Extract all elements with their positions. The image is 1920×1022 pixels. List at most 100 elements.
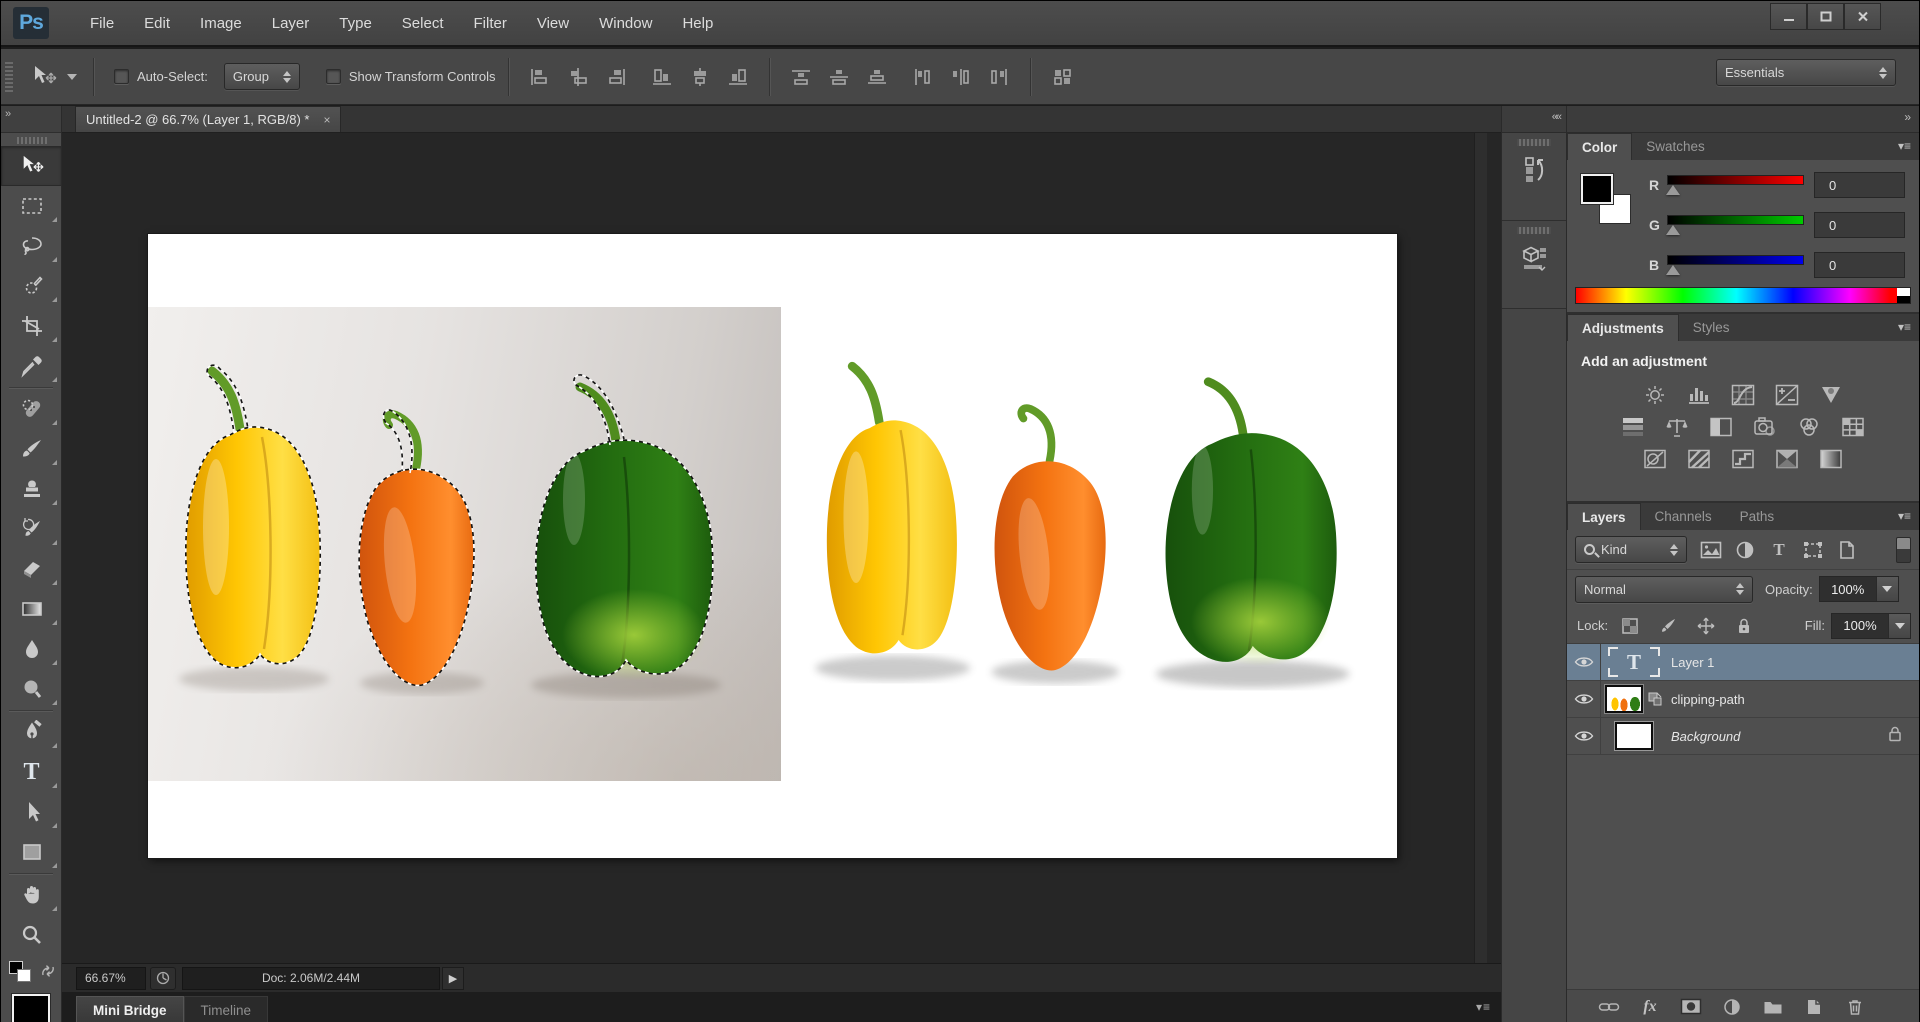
delete-layer-button[interactable] [1843, 995, 1867, 1019]
menu-select[interactable]: Select [387, 9, 459, 38]
visibility-toggle[interactable] [1567, 718, 1601, 754]
layer-row-background[interactable]: Background [1567, 718, 1919, 755]
align-bottom-edges-button[interactable] [599, 62, 633, 92]
gradient-map-button[interactable] [1816, 447, 1846, 471]
align-horizontal-centers-button[interactable] [683, 62, 717, 92]
red-value-field[interactable]: 0 [1814, 172, 1905, 198]
filter-shape-layers-button[interactable] [1799, 538, 1827, 562]
clone-stamp-tool[interactable] [1, 469, 62, 509]
vertical-scrollbar[interactable] [1474, 133, 1487, 963]
color-panel-menu-icon[interactable]: ▾≡ [1898, 139, 1911, 153]
layer-name[interactable]: Background [1671, 729, 1740, 744]
menu-view[interactable]: View [522, 9, 584, 38]
vibrance-button[interactable] [1816, 383, 1846, 407]
filter-smart-objects-button[interactable] [1833, 538, 1861, 562]
color-lookup-button[interactable] [1838, 415, 1868, 439]
maximize-button[interactable] [1807, 3, 1844, 30]
channel-mixer-button[interactable] [1794, 415, 1824, 439]
quick-selection-tool[interactable] [1, 266, 62, 306]
visibility-toggle[interactable] [1567, 681, 1601, 717]
spot-healing-brush-tool[interactable] [1, 389, 62, 429]
eraser-tool[interactable] [1, 549, 62, 589]
blue-slider-thumb[interactable] [1666, 265, 1680, 275]
type-tool[interactable]: T [1, 752, 62, 792]
add-layer-mask-button[interactable] [1679, 995, 1703, 1019]
distribute-top-edges-button[interactable] [784, 62, 818, 92]
status-options-arrow[interactable]: ▶ [442, 967, 464, 990]
lock-position-button[interactable] [1692, 614, 1720, 638]
marquee-tool[interactable] [1, 186, 62, 226]
options-grip[interactable] [5, 60, 13, 94]
swap-colors-icon[interactable] [39, 963, 57, 984]
menu-file[interactable]: File [75, 9, 129, 38]
new-layer-button[interactable] [1802, 995, 1826, 1019]
canvas-pasteboard[interactable] [62, 133, 1501, 963]
color-spectrum-ramp[interactable] [1575, 287, 1911, 304]
auto-align-layers-button[interactable] [1045, 62, 1079, 92]
rectangle-tool[interactable] [1, 832, 62, 872]
opacity-field[interactable]: 100% [1819, 576, 1899, 602]
history-brush-tool[interactable] [1, 509, 62, 549]
green-slider-thumb[interactable] [1666, 225, 1680, 235]
properties-panel-button[interactable] [1502, 221, 1566, 309]
layers-panel-menu-icon[interactable]: ▾≡ [1898, 509, 1911, 523]
tab-paths[interactable]: Paths [1726, 503, 1789, 530]
align-top-edges-button[interactable] [523, 62, 557, 92]
text-layer-thumbnail[interactable]: T [1608, 647, 1660, 677]
collapse-panels-icon[interactable]: » [1567, 106, 1919, 133]
default-colors-icon[interactable] [9, 961, 35, 985]
document-size-field[interactable]: Doc: 2.06M/2.44M [182, 967, 440, 990]
layer-filter-dropdown[interactable]: Kind [1575, 536, 1687, 563]
adjustments-panel-menu-icon[interactable]: ▾≡ [1898, 320, 1911, 334]
background-layer-thumbnail[interactable] [1615, 722, 1653, 750]
tools-collapse-icon[interactable]: » [1, 106, 61, 133]
photo-filter-button[interactable] [1750, 415, 1780, 439]
green-value-field[interactable]: 0 [1814, 212, 1905, 238]
hue-saturation-button[interactable] [1618, 415, 1648, 439]
link-layers-button[interactable] [1597, 995, 1621, 1019]
align-vertical-centers-button[interactable] [561, 62, 595, 92]
tab-mini-bridge[interactable]: Mini Bridge [76, 996, 184, 1022]
canvas[interactable] [148, 234, 1397, 858]
expand-panels-icon[interactable]: «« [1502, 106, 1566, 133]
foreground-background-swatches[interactable] [1581, 174, 1639, 230]
red-slider[interactable] [1667, 174, 1804, 196]
filter-type-layers-button[interactable]: T [1765, 538, 1793, 562]
layer-row-clipping-path[interactable]: clipping-path [1567, 681, 1919, 718]
auto-select-checkbox[interactable] [114, 69, 129, 84]
pen-tool[interactable] [1, 712, 62, 752]
tab-close-icon[interactable]: × [323, 113, 330, 127]
red-slider-thumb[interactable] [1666, 185, 1680, 195]
invert-button[interactable] [1640, 447, 1670, 471]
history-panel-button[interactable] [1502, 133, 1566, 221]
foreground-swatch[interactable] [1581, 174, 1613, 204]
fill-caret[interactable] [1888, 614, 1910, 638]
zoom-tool[interactable] [1, 915, 62, 955]
menu-image[interactable]: Image [185, 9, 257, 38]
move-tool[interactable] [1, 146, 62, 186]
selective-color-button[interactable] [1772, 447, 1802, 471]
tab-styles[interactable]: Styles [1679, 314, 1744, 341]
filter-adjustment-layers-button[interactable] [1731, 538, 1759, 562]
layer-row-layer-1[interactable]: T Layer 1 [1567, 644, 1919, 681]
hand-tool[interactable] [1, 875, 62, 915]
menu-window[interactable]: Window [584, 9, 667, 38]
blur-tool[interactable] [1, 629, 62, 669]
distribute-bottom-edges-button[interactable] [860, 62, 894, 92]
minimize-button[interactable] [1770, 3, 1807, 30]
distribute-vertical-centers-button[interactable] [822, 62, 856, 92]
black-swatch[interactable] [1897, 296, 1910, 304]
fill-field[interactable]: 100% [1831, 613, 1911, 639]
filtering-toggle[interactable] [1896, 537, 1911, 563]
live-preview-icon[interactable] [150, 967, 176, 990]
menu-layer[interactable]: Layer [257, 9, 325, 38]
eyedropper-tool[interactable] [1, 346, 62, 386]
new-adjustment-layer-button[interactable] [1720, 995, 1744, 1019]
foreground-color-swatch[interactable] [12, 994, 50, 1022]
tab-timeline[interactable]: Timeline [184, 996, 269, 1022]
align-right-edges-button[interactable] [721, 62, 755, 92]
tools-grip[interactable] [15, 137, 47, 144]
tab-channels[interactable]: Channels [1641, 503, 1726, 530]
new-group-button[interactable] [1761, 995, 1785, 1019]
brush-tool[interactable] [1, 429, 62, 469]
